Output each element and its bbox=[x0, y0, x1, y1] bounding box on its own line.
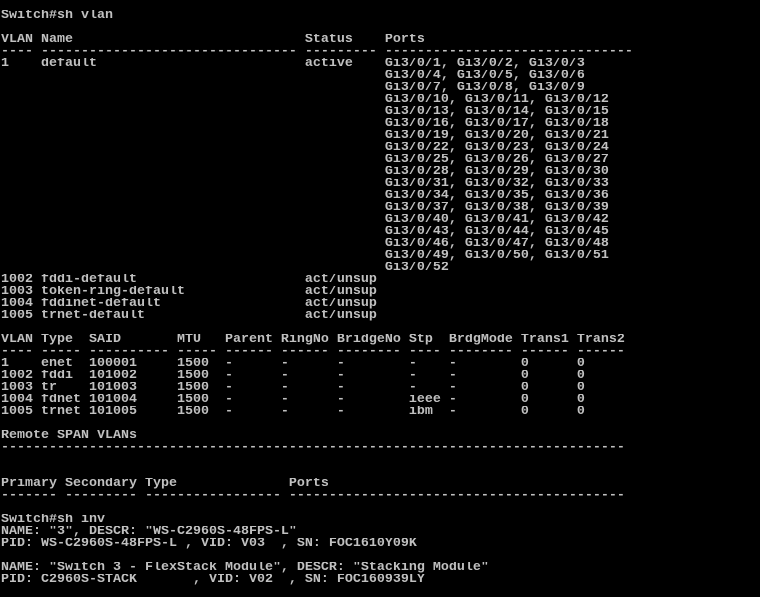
terminal-line: Gi3/0/31, Gi3/0/32, Gi3/0/33 bbox=[1, 178, 609, 190]
terminal-line: 1004 fdnet 101004 1500 - - - ieee - 0 0 bbox=[1, 394, 585, 406]
terminal-line: Gi3/0/37, Gi3/0/38, Gi3/0/39 bbox=[1, 202, 609, 214]
terminal-line: 1003 token-ring-default act/unsup bbox=[1, 286, 377, 298]
terminal-line: NAME: "Switch 3 - FlexStack Module", DES… bbox=[1, 562, 489, 574]
terminal-line: Switch#sh vlan bbox=[1, 10, 113, 22]
terminal-line: ------- --------- ----------------- ----… bbox=[1, 490, 625, 502]
terminal-line: Gi3/0/40, Gi3/0/41, Gi3/0/42 bbox=[1, 214, 609, 226]
terminal-line: Gi3/0/43, Gi3/0/44, Gi3/0/45 bbox=[1, 226, 609, 238]
terminal-line: Gi3/0/10, Gi3/0/11, Gi3/0/12 bbox=[1, 94, 609, 106]
terminal-window[interactable]: Switch#sh vlan VLAN Name Status Ports ----… bbox=[0, 0, 760, 597]
terminal-line: Gi3/0/22, Gi3/0/23, Gi3/0/24 bbox=[1, 142, 609, 154]
terminal-line: 1004 fddinet-default act/unsup bbox=[1, 298, 377, 310]
terminal-line: Gi3/0/7, Gi3/0/8, Gi3/0/9 bbox=[1, 82, 585, 94]
terminal-line: Gi3/0/34, Gi3/0/35, Gi3/0/36 bbox=[1, 190, 609, 202]
terminal-line: Remote SPAN VLANs bbox=[1, 430, 137, 442]
terminal-line: Gi3/0/49, Gi3/0/50, Gi3/0/51 bbox=[1, 250, 609, 262]
terminal-line: Gi3/0/16, Gi3/0/17, Gi3/0/18 bbox=[1, 118, 609, 130]
terminal-line: Switch#sh inv bbox=[1, 514, 105, 526]
terminal-line: PID: C2960S-STACK , VID: V02 , SN: FOC16… bbox=[1, 574, 425, 586]
terminal-line: 1 default active Gi3/0/1, Gi3/0/2, Gi3/0… bbox=[1, 58, 585, 70]
terminal-line: Gi3/0/19, Gi3/0/20, Gi3/0/21 bbox=[1, 130, 609, 142]
terminal-line: 1003 tr 101003 1500 - - - - - 0 0 bbox=[1, 382, 585, 394]
terminal-line: 1 enet 100001 1500 - - - - - 0 0 bbox=[1, 358, 585, 370]
terminal-line: 1002 fddi-default act/unsup bbox=[1, 274, 377, 286]
terminal-line: Gi3/0/13, Gi3/0/14, Gi3/0/15 bbox=[1, 106, 609, 118]
terminal-line: ----------------------------------------… bbox=[1, 442, 625, 454]
terminal-line: Gi3/0/46, Gi3/0/47, Gi3/0/48 bbox=[1, 238, 609, 250]
terminal-line: Gi3/0/28, Gi3/0/29, Gi3/0/30 bbox=[1, 166, 609, 178]
terminal-output: Switch#sh vlan VLAN Name Status Ports ----… bbox=[0, 0, 760, 586]
terminal-line: Gi3/0/4, Gi3/0/5, Gi3/0/6 bbox=[1, 70, 585, 82]
terminal-line: ---- ----- ---------- ----- ------ -----… bbox=[1, 346, 625, 358]
terminal-line: VLAN Name Status Ports bbox=[1, 34, 425, 46]
terminal-line: Primary Secondary Type Ports bbox=[1, 478, 329, 490]
terminal-line: Gi3/0/52 bbox=[1, 262, 449, 274]
terminal-line: PID: WS-C2960S-48FPS-L , VID: V03 , SN: … bbox=[1, 538, 417, 550]
terminal-line: 1005 trnet 101005 1500 - - - ibm - 0 0 bbox=[1, 406, 585, 418]
terminal-line: 1002 fddi 101002 1500 - - - - - 0 0 bbox=[1, 370, 585, 382]
terminal-line: NAME: "3", DESCR: "WS-C2960S-48FPS-L" bbox=[1, 526, 297, 538]
terminal-line: ---- -------------------------------- --… bbox=[1, 46, 633, 58]
terminal-line: VLAN Type SAID MTU Parent RingNo BridgeN… bbox=[1, 334, 625, 346]
terminal-line: Gi3/0/25, Gi3/0/26, Gi3/0/27 bbox=[1, 154, 609, 166]
terminal-line: 1005 trnet-default act/unsup bbox=[1, 310, 377, 322]
